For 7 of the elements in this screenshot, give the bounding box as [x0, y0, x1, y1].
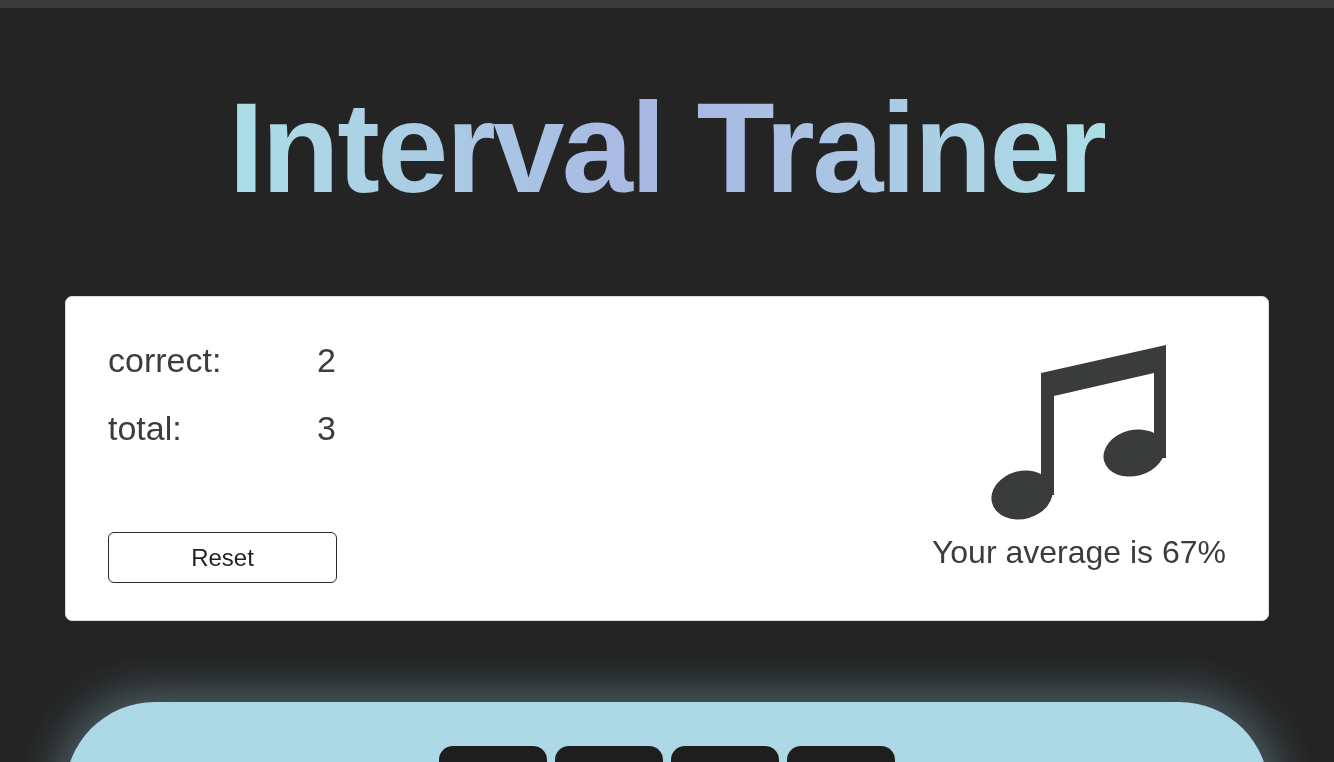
stat-label: total: — [108, 408, 183, 449]
average-text: Your average is 67% — [931, 533, 1226, 572]
music-note-icon — [990, 345, 1167, 521]
stat-value: 3 — [317, 408, 336, 449]
reset-button[interactable]: Reset — [108, 532, 337, 583]
stat-label: correct: — [108, 340, 223, 381]
stat-value: 2 — [317, 340, 336, 381]
